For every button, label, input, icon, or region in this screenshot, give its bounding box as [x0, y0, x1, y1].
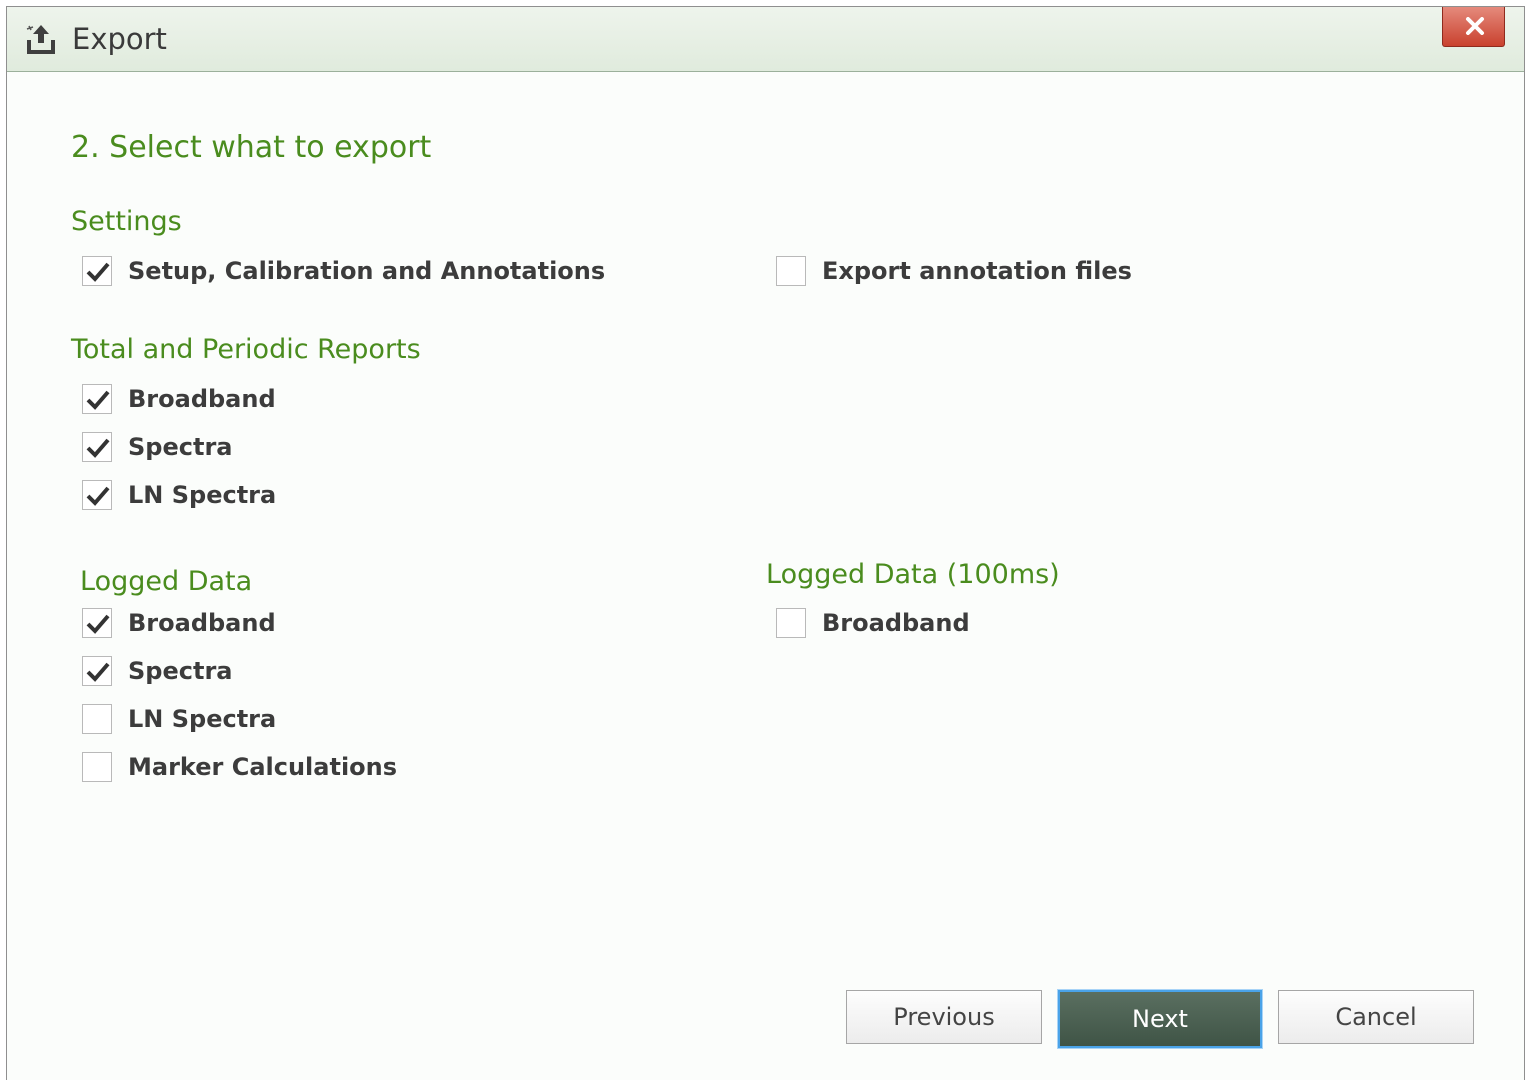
checkmark-icon: [86, 390, 110, 410]
label-reports-spectra[interactable]: Spectra: [128, 432, 232, 462]
checkbox-logged-broadband[interactable]: [82, 608, 112, 638]
label-logged-marker-calculations[interactable]: Marker Calculations: [128, 752, 397, 782]
previous-button[interactable]: Previous: [846, 990, 1042, 1044]
label-export-annotation-files[interactable]: Export annotation files: [822, 256, 1132, 286]
checkmark-icon: [86, 438, 110, 458]
checkbox-reports-spectra[interactable]: [82, 432, 112, 462]
label-logged-broadband[interactable]: Broadband: [128, 608, 276, 638]
checkmark-icon: [86, 662, 110, 682]
close-icon: [1466, 17, 1484, 35]
checkbox-setup-calibration-annotations[interactable]: [82, 256, 112, 286]
checkmark-icon: [86, 614, 110, 634]
label-logged100-broadband[interactable]: Broadband: [822, 608, 970, 638]
label-reports-broadband[interactable]: Broadband: [128, 384, 276, 414]
checkbox-logged-spectra[interactable]: [82, 656, 112, 686]
label-reports-ln-spectra[interactable]: LN Spectra: [128, 480, 276, 510]
title-bar: Export: [7, 7, 1524, 72]
step-heading: 2. Select what to export: [71, 130, 432, 165]
checkbox-reports-broadband[interactable]: [82, 384, 112, 414]
export-icon: [26, 25, 55, 54]
section-reports-title: Total and Periodic Reports: [71, 334, 421, 365]
checkmark-icon: [86, 262, 110, 282]
export-dialog: Export: [6, 6, 1525, 1080]
checkbox-export-annotation-files[interactable]: [776, 256, 806, 286]
label-logged-spectra[interactable]: Spectra: [128, 656, 232, 686]
checkmark-icon: [86, 486, 110, 506]
label-setup-calibration-annotations[interactable]: Setup, Calibration and Annotations: [128, 256, 605, 286]
window-title: Export: [72, 22, 167, 56]
section-settings-title: Settings: [71, 206, 182, 237]
checkbox-reports-ln-spectra[interactable]: [82, 480, 112, 510]
close-button[interactable]: [1442, 7, 1505, 47]
checkbox-logged100-broadband[interactable]: [776, 608, 806, 638]
section-logged100-title: Logged Data (100ms): [766, 559, 1060, 590]
checkbox-logged-ln-spectra[interactable]: [82, 704, 112, 734]
checkbox-logged-marker-calculations[interactable]: [82, 752, 112, 782]
cancel-button[interactable]: Cancel: [1278, 990, 1474, 1044]
label-logged-ln-spectra[interactable]: LN Spectra: [128, 704, 276, 734]
next-button[interactable]: Next: [1058, 990, 1262, 1048]
section-logged-title: Logged Data: [80, 566, 253, 597]
